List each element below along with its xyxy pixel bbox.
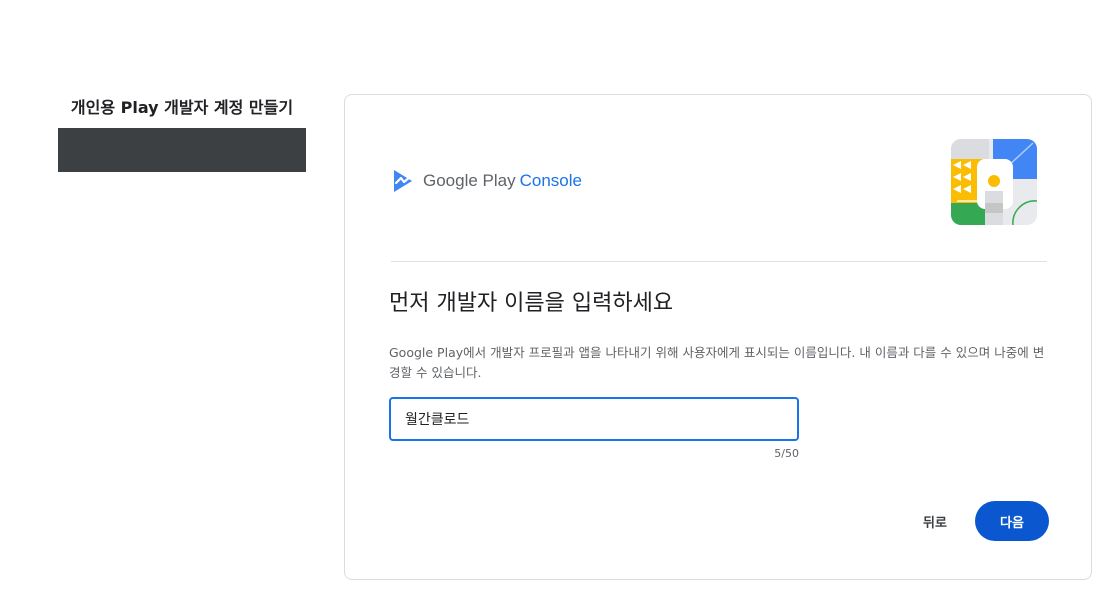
redacted-block — [58, 128, 306, 172]
next-button[interactable]: 다음 — [975, 501, 1049, 541]
logo-console-text: Console — [519, 171, 582, 190]
back-button[interactable]: 뒤로 — [911, 501, 959, 541]
developer-name-value: 월간클로드 — [405, 412, 470, 428]
form-heading: 먼저 개발자 이름을 입력하세요 — [389, 291, 674, 316]
page-title: 개인용 Play 개발자 계정 만들기 — [70, 98, 294, 117]
header-illustration — [951, 139, 1037, 225]
play-console-logo: Google Play Console — [391, 167, 582, 195]
logo-google-play-text: Google Play — [423, 171, 516, 190]
form-description: Google Play에서 개발자 프로필과 앱을 나타내기 위해 사용자에게 … — [389, 345, 1045, 380]
char-counter: 5/50 — [774, 447, 799, 460]
signup-card: Google Play Console 먼저 개발자 이름을 입력하세요 Goo… — [344, 94, 1092, 580]
divider — [391, 261, 1047, 262]
developer-name-input[interactable]: 월간클로드 — [389, 397, 799, 441]
play-console-logo-icon — [394, 170, 412, 192]
